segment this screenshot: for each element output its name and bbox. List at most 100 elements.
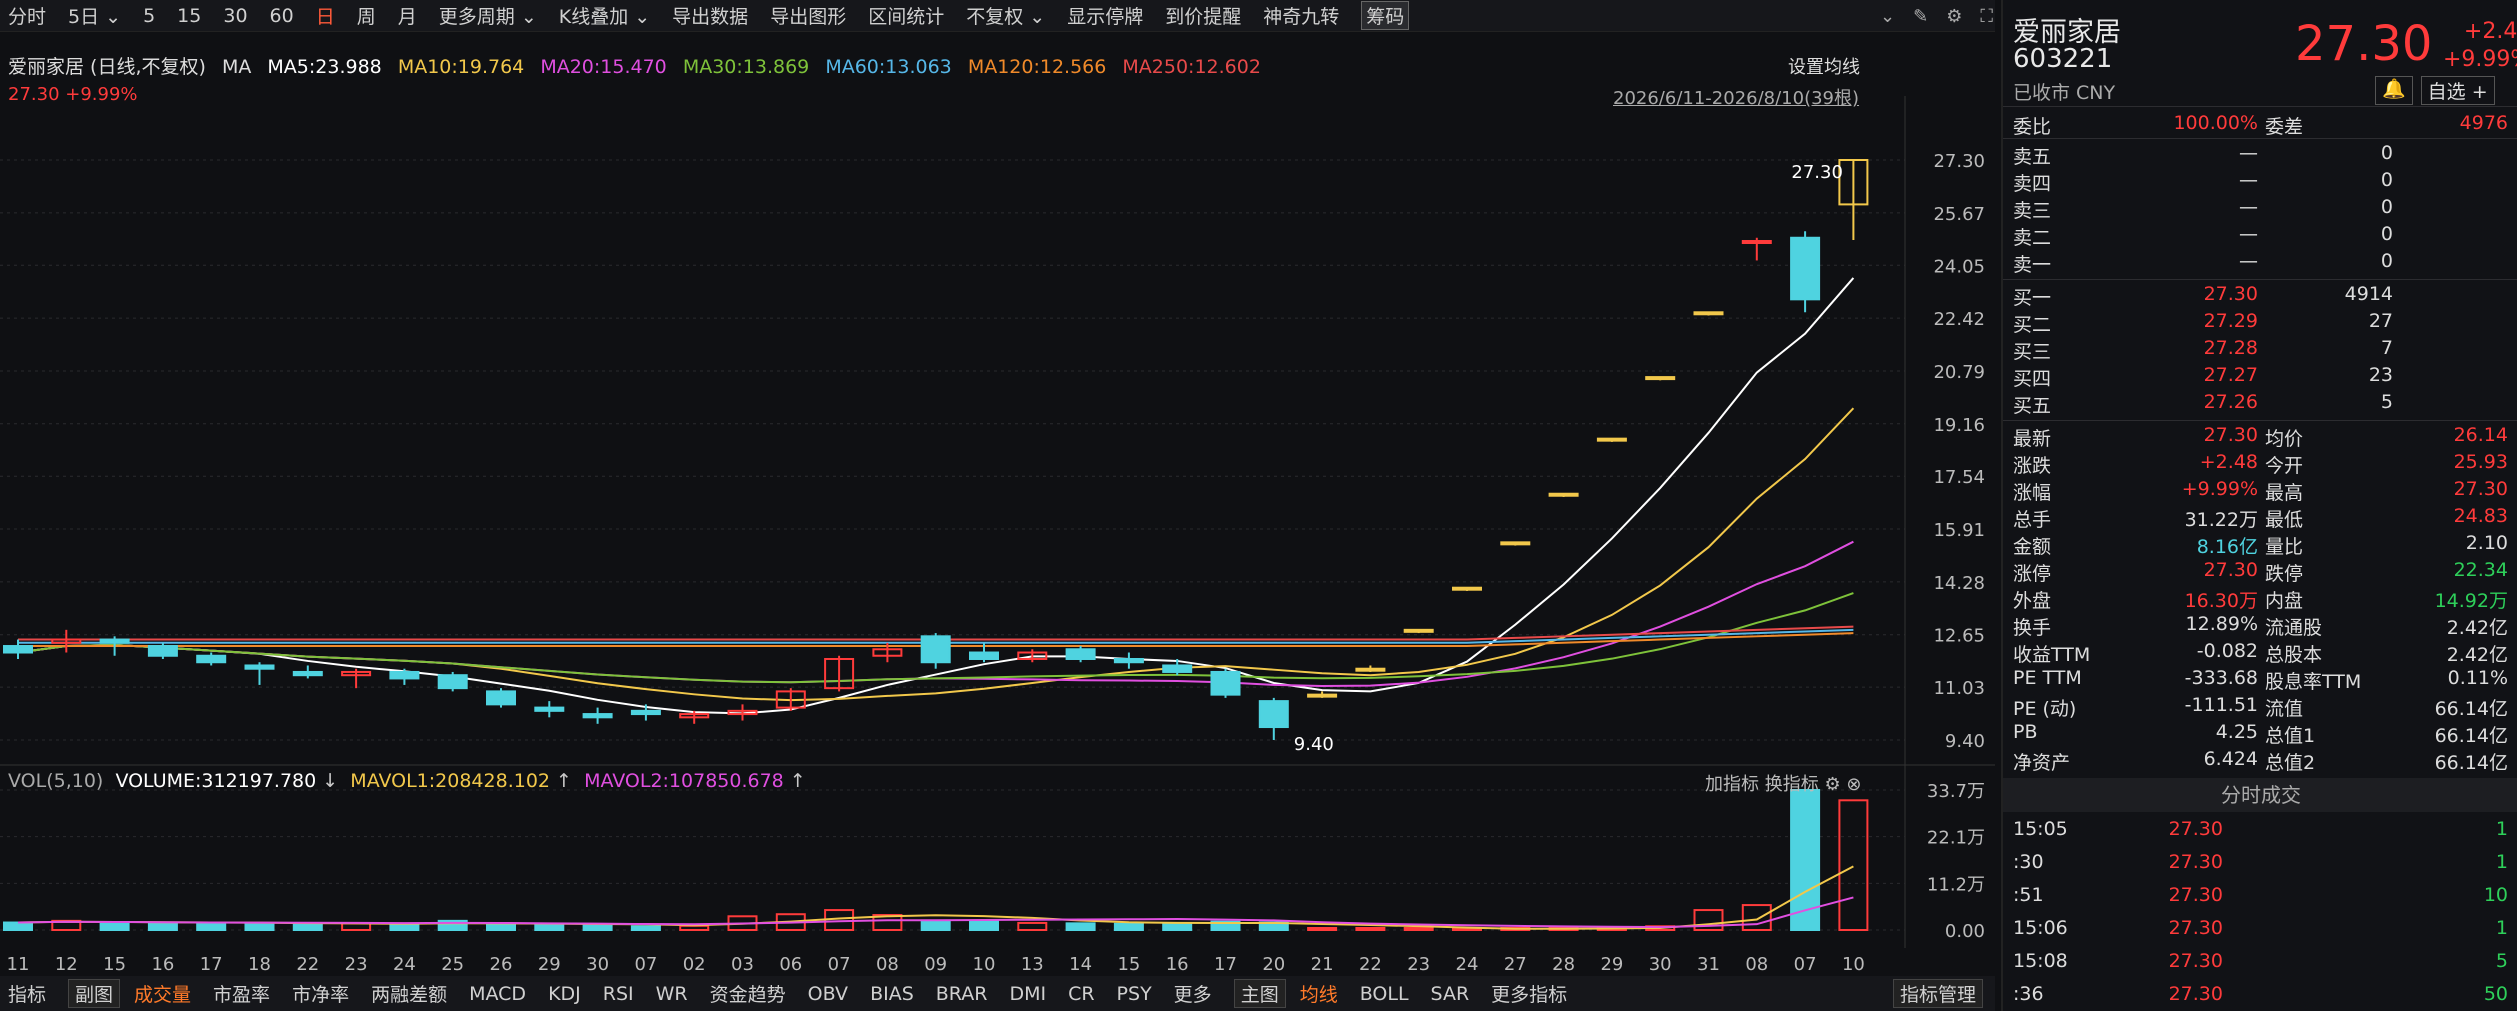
quote-cell: 买三	[2013, 341, 2052, 363]
indicator-tab[interactable]: WR	[656, 983, 688, 1005]
indicator-tab[interactable]: 副图	[68, 979, 121, 1008]
watchlist-button[interactable]: 自选 +	[2420, 76, 2495, 105]
quote-cell: 14.92万	[2434, 590, 2508, 612]
volume-bar	[1017, 921, 1048, 931]
candle-body	[1162, 664, 1193, 673]
divider	[2003, 138, 2517, 139]
indicator-tab[interactable]: PSY	[1117, 983, 1152, 1005]
x-tick-label: 08	[1745, 954, 1768, 975]
quote-cell: 涨幅	[2013, 482, 2052, 504]
indicator-tab[interactable]: 指标	[8, 980, 46, 1007]
indicator-tab[interactable]: KDJ	[548, 983, 581, 1005]
candle-body	[1113, 657, 1144, 664]
indicator-switch[interactable]: 加指标 换指标 ⚙ ⊗	[1705, 770, 1861, 796]
quote-cell: 8.16亿	[2196, 536, 2258, 558]
indicator-tab[interactable]: BRAR	[936, 983, 988, 1005]
indicator-tab[interactable]: 市盈率	[213, 980, 270, 1007]
x-tick-label: 23	[1407, 954, 1430, 975]
quote-cell: :36	[2013, 983, 2044, 1005]
indicator-tab[interactable]: 两融差额	[371, 980, 447, 1007]
quote-cell: —	[2239, 196, 2258, 218]
candle-body	[3, 645, 33, 654]
candle-body	[1741, 240, 1772, 245]
x-tick-label: 06	[779, 954, 802, 975]
quote-cell: 卖二	[2013, 227, 2052, 249]
candle-body	[969, 651, 999, 660]
ask-row: 卖一 — 0	[2003, 250, 2517, 277]
stat-row: 收益TTM -0.082 总股本 2.42亿	[2003, 640, 2517, 667]
quote-cell: PE (动)	[2013, 698, 2077, 720]
indicator-tab[interactable]: BIAS	[870, 983, 914, 1005]
x-tick-label: 07	[634, 954, 657, 975]
quote-cell: 卖四	[2013, 173, 2052, 195]
volume-tick-label: 0.00	[1945, 921, 1985, 942]
trade-row: 15:06 27.30 1	[2003, 917, 2517, 944]
y-tick-label: 9.40	[1945, 731, 1985, 752]
candle-body	[244, 664, 275, 670]
indicator-tab[interactable]: RSI	[603, 983, 634, 1005]
indicator-tab[interactable]: 市净率	[292, 980, 349, 1007]
quote-cell: 66.14亿	[2434, 698, 2508, 720]
volume-bar	[1065, 922, 1096, 931]
trade-row: 15:05 27.30 1	[2003, 818, 2517, 845]
quote-cell: 100.00%	[2173, 112, 2258, 134]
candle-body	[534, 706, 565, 712]
quote-cell: 27.30	[2168, 983, 2223, 1005]
candle-body	[437, 674, 468, 690]
quote-cell: 23	[2368, 364, 2393, 386]
mavol1-value: MAVOL1:208428.102	[350, 770, 551, 792]
indicator-tab[interactable]: 更多指标	[1491, 980, 1567, 1007]
volume-bar	[292, 922, 323, 932]
market-status: 已收市 CNY	[2013, 82, 2116, 104]
high-annotation: 27.30	[1791, 162, 1843, 183]
indicator-tab[interactable]: BOLL	[1360, 983, 1409, 1005]
indicator-tab[interactable]: OBV	[808, 983, 848, 1005]
indicator-tab[interactable]: CR	[1068, 983, 1094, 1005]
indicator-tab[interactable]: MACD	[469, 983, 526, 1005]
volume-legend: VOL(5,10) VOLUME:312197.780 ↓ MAVOL1:208…	[8, 770, 806, 792]
bid-row: 买一 27.30 4914	[2003, 283, 2517, 310]
indicator-tab[interactable]: DMI	[1009, 983, 1046, 1005]
quote-cell: 27.29	[2203, 310, 2258, 332]
indicator-manage-button[interactable]: 指标管理	[1892, 979, 1983, 1008]
x-tick-label: 30	[1649, 954, 1672, 975]
quote-cell: 买一	[2013, 287, 2052, 309]
quote-cell: 24.83	[2453, 505, 2508, 527]
quote-cell: 总值2	[2265, 752, 2316, 774]
change-pct: +9.99%	[2443, 47, 2517, 72]
indicator-tab[interactable]: 资金趋势	[710, 980, 786, 1007]
indicator-tab[interactable]: SAR	[1431, 983, 1470, 1005]
alert-icon[interactable]: 🔔	[2375, 76, 2413, 105]
indicator-switch-label[interactable]: 加指标 换指标	[1705, 774, 1819, 795]
candle-body	[1645, 376, 1676, 381]
quote-cell: 26.14	[2453, 424, 2508, 446]
indicator-tab[interactable]: 均线	[1300, 980, 1338, 1007]
quote-cell: 27	[2368, 310, 2393, 332]
trade-row: 15:08 27.30 5	[2003, 950, 2517, 977]
candlestick-chart[interactable]: 27.30 25.67 24.05 22.42 20.79 19.16 17.54 15.91…	[0, 0, 1995, 1011]
y-tick-label: 12.65	[1933, 626, 1985, 647]
quote-cell: 15:05	[2013, 818, 2068, 840]
quote-cell: 27.30	[2203, 559, 2258, 581]
candle-body	[920, 635, 951, 664]
quote-cell: 7	[2380, 337, 2393, 359]
quote-cell: 0	[2380, 196, 2393, 218]
quote-cell: 买五	[2013, 395, 2052, 417]
quote-cell: -0.082	[2196, 640, 2258, 662]
quote-cell: 27.30	[2168, 818, 2223, 840]
indicator-tab[interactable]: 更多	[1174, 980, 1212, 1007]
indicator-tab[interactable]: 主图	[1233, 979, 1286, 1008]
x-tick-label: 09	[924, 954, 947, 975]
quote-cell: 涨跌	[2013, 455, 2052, 477]
quote-cell: 0	[2380, 223, 2393, 245]
quote-cell: 31.22万	[2184, 509, 2258, 531]
divider	[2003, 106, 2517, 107]
x-tick-label: 16	[1166, 954, 1189, 975]
stat-row: 最新 27.30 均价 26.14	[2003, 424, 2517, 451]
y-tick-label: 17.54	[1933, 467, 1985, 488]
quote-cell: 2.42亿	[2446, 617, 2508, 639]
trade-row: :30 27.30 1	[2003, 851, 2517, 878]
x-tick-label: 30	[586, 954, 609, 975]
indicator-tab[interactable]: 成交量	[134, 980, 191, 1007]
quote-cell: —	[2239, 142, 2258, 164]
